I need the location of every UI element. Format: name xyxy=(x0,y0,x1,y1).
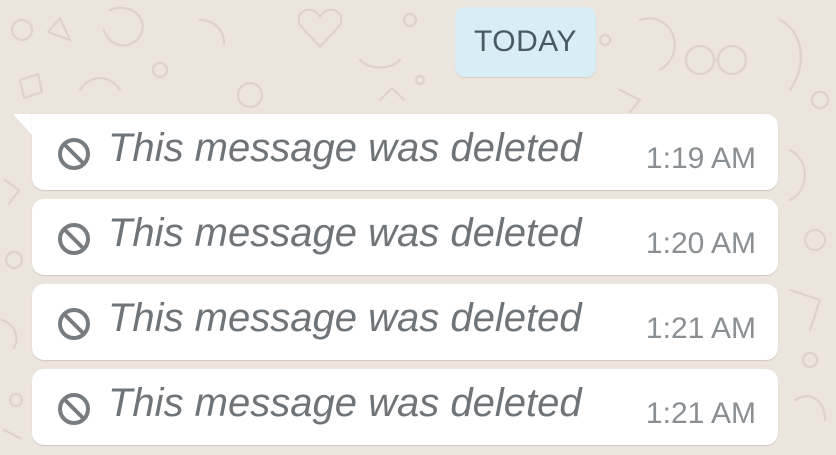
deleted-message-text: This message was deleted xyxy=(108,296,582,340)
blocked-circle-icon xyxy=(58,393,90,425)
date-divider: TODAY xyxy=(455,7,596,77)
blocked-circle-icon xyxy=(58,223,90,255)
deleted-message-text: This message was deleted xyxy=(108,211,582,255)
message-bubble[interactable]: This message was deleted 1:21 AM xyxy=(32,369,778,445)
deleted-message-text: This message was deleted xyxy=(108,381,582,425)
message-bubble[interactable]: This message was deleted 1:21 AM xyxy=(32,284,778,360)
message-time: 1:21 AM xyxy=(645,312,756,345)
blocked-circle-icon xyxy=(58,138,90,170)
message-bubble[interactable]: This message was deleted 1:19 AM xyxy=(32,114,778,190)
message-bubble[interactable]: This message was deleted 1:20 AM xyxy=(32,199,778,275)
message-time: 1:19 AM xyxy=(645,142,756,175)
bubble-tail xyxy=(13,114,33,136)
deleted-message-text: This message was deleted xyxy=(108,126,582,170)
message-time: 1:21 AM xyxy=(645,397,756,430)
blocked-circle-icon xyxy=(58,308,90,340)
message-time: 1:20 AM xyxy=(645,227,756,260)
